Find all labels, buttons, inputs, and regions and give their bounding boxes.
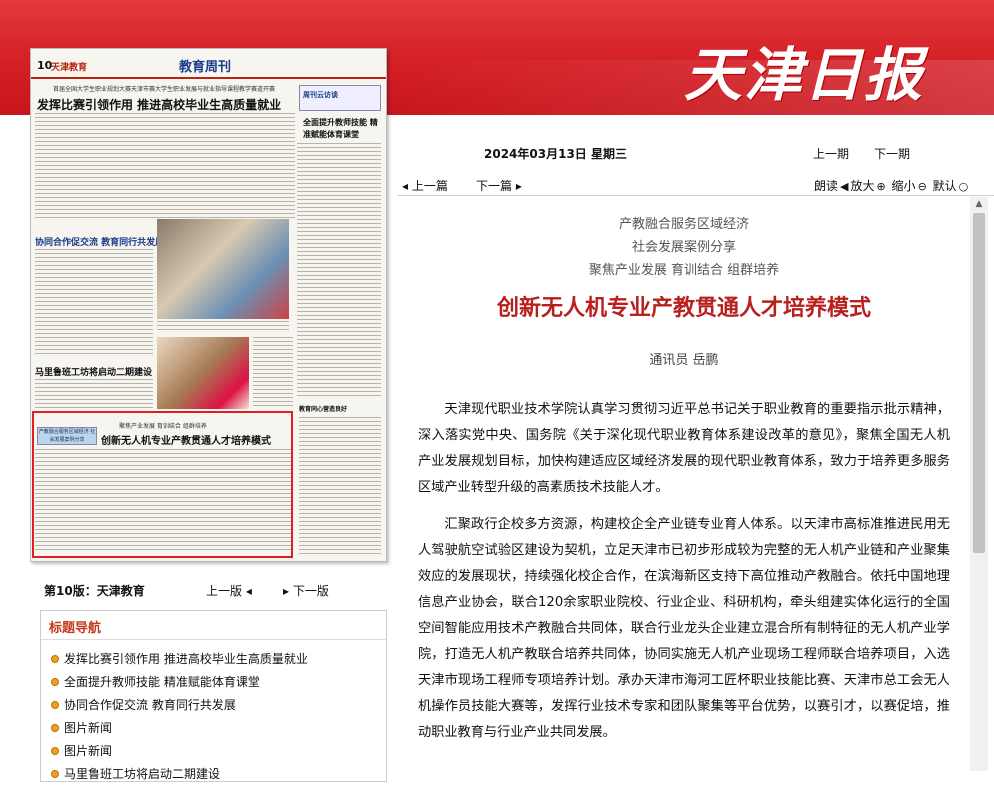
article-paragraph: 汇聚政行企校多方资源，构建校企全产业链专业育人体系。以天津市高标准推进民用无人驾… [418, 517, 950, 740]
bullet-icon [51, 746, 59, 755]
bullet-icon [51, 723, 59, 732]
caret-right-icon: ▸ [512, 179, 522, 193]
circle-icon: ○ [958, 180, 969, 193]
nav-item[interactable]: 图片新闻 [51, 716, 308, 739]
selected-article-highlight[interactable] [32, 411, 293, 558]
thumb-caption: 教育同心营造良好 [299, 406, 348, 413]
article-paragraph: 天津现代职业技术学院认真学习贯彻习近平总书记关于职业教育的重要指示批示精神，深入… [418, 402, 950, 495]
page-label: 第10版： [44, 584, 97, 598]
next-issue-link[interactable]: 下一期 [874, 145, 910, 162]
nav-item[interactable]: 全面提升教师技能 精准赋能体育课堂 [51, 670, 308, 693]
thumb-headline-1[interactable]: 发挥比赛引领作用 推进高校毕业生高质量就业 [37, 96, 281, 113]
prev-page-link[interactable]: 上一版 ◂ [206, 582, 252, 599]
thumb-text-block [35, 249, 153, 357]
caret-left-icon: ◂ [402, 179, 412, 193]
prev-issue-link[interactable]: 上一期 [813, 145, 849, 162]
left-panel: 10 天津教育 教育周刊 首届全国大学生职业规划大赛天津市赛大学生职业发展与就业… [0, 0, 398, 782]
scroll-up-icon[interactable]: ▲ [970, 197, 988, 211]
thumb-caption-lines [157, 321, 289, 333]
title-navigation: 标题导航 发挥比赛引领作用 推进高校毕业生高质量就业 全面提升教师技能 精准赋能… [40, 610, 387, 782]
nav-item[interactable]: 图片新闻 [51, 739, 308, 762]
nav-item[interactable]: 协同合作促交流 教育同行共发展 [51, 693, 308, 716]
page-name: 天津教育 [96, 584, 145, 598]
nav-title: 标题导航 [49, 621, 102, 636]
reading-tools: 朗读 ◀ 放大 ⊕ 缩小 ⊖ 默认 ○ [814, 177, 970, 194]
bullet-icon [51, 700, 59, 709]
caret-left-icon: ◂ [242, 584, 252, 598]
thumb-side-headline[interactable]: 全面提升教师技能 精准赋能体育课堂 [303, 117, 383, 141]
page-info: 第10版：天津教育 [44, 582, 145, 599]
thumb-text-block [35, 379, 153, 411]
article-title: 创新无人机专业产教贯通人才培养模式 [496, 296, 871, 321]
nav-item[interactable]: 马里鲁班工坊将启动二期建设 [51, 762, 308, 785]
next-page-link[interactable]: ▸ 下一版 [283, 582, 329, 599]
thumb-text-block [35, 113, 295, 221]
read-aloud-button[interactable]: 朗读 ◀ [814, 179, 850, 193]
next-article-link[interactable]: 下一篇 ▸ [476, 177, 522, 194]
thumb-subheadline: 首届全国大学生职业规划大赛天津市赛大学生职业发展与就业指导课程教学赛道开赛 [53, 86, 276, 93]
article-author: 通讯员 岳鹏 [649, 353, 719, 368]
article-content: 产教融合服务区域经济 社会发展案例分享 聚焦产业发展 育训结合 组群培养 创新无… [398, 197, 970, 771]
bullet-icon [51, 677, 59, 686]
plus-circle-icon: ⊕ [876, 180, 886, 193]
default-size-button[interactable]: 默认 ○ [933, 179, 971, 193]
article-kicker-3: 聚焦产业发展 育训结合 组群培养 [588, 263, 780, 278]
thumb-side-tag: 周刊云访谈 [303, 91, 338, 99]
prev-article-link[interactable]: ◂ 上一篇 [402, 177, 448, 194]
thumb-headline-3[interactable]: 马里鲁班工坊将启动二期建设 [35, 365, 152, 378]
thumb-section: 天津教育 [51, 63, 88, 73]
thumb-text-block [299, 417, 381, 557]
article-panel: 2024年03月13日 星期三 上一期 下一期 ◂ 上一篇 下一篇 ▸ 朗读 ◀ 放… [398, 115, 994, 771]
thumb-headline-2[interactable]: 协同合作促交流 教育同行共发展 [35, 235, 164, 248]
thumb-photo[interactable] [157, 337, 249, 409]
minus-circle-icon: ⊖ [917, 180, 927, 193]
zoom-out-button[interactable]: 缩小 ⊖ [892, 179, 929, 193]
thumb-text-block [253, 337, 293, 409]
caret-right-icon: ▸ [283, 584, 293, 598]
article-scrollbar[interactable]: ▲ [970, 197, 988, 771]
thumb-photo[interactable] [157, 219, 289, 319]
zoom-in-button[interactable]: 放大 ⊕ [850, 179, 887, 193]
article-kicker-2: 社会发展案例分享 [631, 240, 736, 255]
issue-date: 2024年03月13日 星期三 [484, 147, 627, 161]
thumb-weekly-title: 教育周刊 [179, 60, 232, 75]
article-kicker-1: 产教融合服务区域经济 [618, 217, 749, 232]
bullet-icon [51, 654, 59, 663]
thumb-text-block [297, 143, 381, 398]
speaker-icon: ◀ [840, 180, 849, 193]
nav-item[interactable]: 发挥比赛引领作用 推进高校毕业生高质量就业 [51, 647, 308, 670]
tianjin-daily-logo: 天津日报 [683, 41, 924, 109]
nav-list: 发挥比赛引领作用 推进高校毕业生高质量就业 全面提升教师技能 精准赋能体育课堂 … [51, 647, 308, 785]
scroll-thumb[interactable] [973, 213, 985, 553]
